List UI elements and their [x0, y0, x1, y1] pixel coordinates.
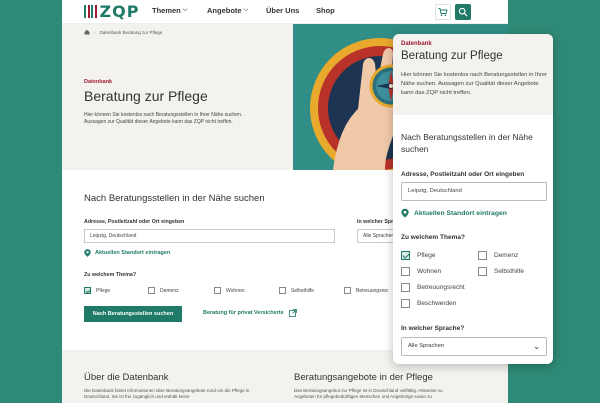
checkbox[interactable] [478, 251, 487, 260]
nav-item-shop[interactable]: Shop [316, 6, 335, 15]
checkbox-label: Selbsthilfe [291, 287, 315, 294]
checkbox-label: Pflege [417, 252, 436, 259]
home-icon[interactable] [84, 29, 90, 35]
checkbox-label: Pflege [96, 287, 111, 294]
nav-item-label: Angebote [207, 6, 242, 15]
nav-item-themen[interactable]: Themen ⌵ [152, 6, 187, 15]
nav-item-label: Shop [316, 6, 335, 15]
offers-text: Das Beratungsangebot zur Pflege ist in D… [294, 388, 443, 399]
location-pin-icon [401, 208, 409, 218]
checkbox[interactable] [214, 287, 221, 294]
topic-label: Zu welchem Thema? [84, 272, 137, 278]
breadcrumb-separator: › [94, 29, 96, 35]
zqp-logo[interactable]: ZQP [84, 1, 140, 21]
checkbox-label: Demenz [160, 287, 179, 294]
nav-item-angebote[interactable]: Angebote ⌵ [207, 6, 248, 15]
address-label: Adresse, Postleitzahl oder Ort eingeben [84, 219, 185, 225]
address-input[interactable]: Leipzig, Deutschland [84, 229, 335, 243]
breadcrumb: › Datenbank Beratung zur Pflege [84, 29, 162, 35]
search-icon [458, 7, 468, 17]
search-button[interactable] [455, 4, 471, 20]
use-location-label: Aktuellen Standort eintragen [95, 250, 171, 256]
mobile-topic-label: Zu welchem Thema? [401, 234, 465, 241]
mobile-topic-checkbox-wohnen[interactable]: Wohnen [401, 267, 441, 276]
cart-icon [438, 8, 448, 17]
nav-item-label: Themen [152, 6, 181, 15]
checkbox[interactable] [279, 287, 286, 294]
mobile-address-input[interactable]: Leipzig, Deutschland [401, 182, 547, 201]
use-location-link[interactable]: Aktuellen Standort eintragen [84, 249, 170, 257]
mobile-view-panel: Datenbank Beratung zur Pflege Hier könne… [393, 34, 553, 364]
about-database-text: Die Datenbank bietet Informationen über … [84, 388, 250, 399]
mobile-language-value: Alle Sprachen [408, 343, 445, 349]
chevron-down-icon: ⌵ [243, 7, 249, 13]
checkbox-label: Wohnen [226, 287, 245, 294]
checkbox[interactable] [401, 283, 410, 292]
checkbox-label: Beschwerden [417, 300, 457, 307]
mobile-topic-checkbox-betreuungsrecht[interactable]: Betreuungsrecht [401, 283, 465, 292]
checkbox-label: Betreuungsrecht [417, 284, 465, 291]
mobile-topic-checkbox-demenz[interactable]: Demenz [478, 251, 518, 260]
external-link-icon [288, 309, 297, 317]
checkbox-checked[interactable] [401, 251, 410, 260]
checkbox[interactable] [401, 299, 410, 308]
checkbox-label: Wohnen [417, 268, 442, 275]
about-database-title: Über die Datenbank [84, 372, 169, 383]
cart-button[interactable] [435, 4, 451, 20]
checkbox-label: Betreuungsrec [356, 287, 389, 294]
checkbox-label: Demenz [494, 252, 519, 259]
mobile-description: Hier können Sie kostenlos nach Beratungs… [401, 72, 547, 96]
mobile-page-title: Beratung zur Pflege [401, 50, 503, 62]
checkbox-label: Selbsthilfe [494, 268, 524, 275]
topic-checkbox-selbsthilfe[interactable]: Selbsthilfe [279, 287, 314, 294]
search-submit-button[interactable]: Nach Beratungsstellen suchen [84, 306, 182, 322]
mobile-hero: Datenbank Beratung zur Pflege Hier könne… [393, 34, 553, 115]
logo-text: ZQP [99, 1, 140, 21]
mobile-topic-checkbox-pflege[interactable]: Pflege [401, 251, 435, 260]
mobile-language-select[interactable]: Alle Sprachen ⌄ [401, 337, 547, 356]
checkbox-checked[interactable] [84, 287, 91, 294]
search-section-title: Nach Beratungsstellen in der Nähe suchen [84, 193, 265, 204]
checkbox[interactable] [401, 267, 410, 276]
hero-description: Hier können Sie kostenlos nach Beratungs… [84, 112, 243, 125]
mobile-topic-checkbox-selbsthilfe[interactable]: Selbsthilfe [478, 267, 524, 276]
checkbox[interactable] [344, 287, 351, 294]
mobile-overline: Datenbank [401, 41, 432, 47]
mobile-use-location-label: Aktuellen Standort eintragen [414, 209, 507, 217]
chevron-down-icon: ⌄ [533, 342, 540, 351]
mobile-search-section-title: Nach Beratungsstellen in der Nähe suchen [401, 132, 533, 154]
topic-checkbox-pflege[interactable]: Pflege [84, 287, 110, 294]
logo-bars-icon [84, 4, 97, 18]
private-insured-label: Beratung für privat Versicherte [203, 310, 284, 316]
location-pin-icon [84, 249, 91, 257]
checkbox[interactable] [148, 287, 155, 294]
mobile-topic-checkbox-beschwerden[interactable]: Beschwerden [401, 299, 456, 308]
topic-checkbox-wohnen[interactable]: Wohnen [214, 287, 245, 294]
topic-checkbox-demenz[interactable]: Demenz [148, 287, 179, 294]
checkbox[interactable] [478, 267, 487, 276]
nav-item-ueber-uns[interactable]: Über Uns [266, 6, 299, 15]
mobile-language-label: In welcher Sprache? [401, 325, 465, 332]
breadcrumb-current: Datenbank Beratung zur Pflege [99, 29, 163, 35]
topic-checkbox-betreuungsrecht[interactable]: Betreuungsrec [344, 287, 389, 294]
hero-overline: Datenbank [84, 79, 113, 85]
page-title: Beratung zur Pflege [84, 88, 208, 104]
top-navigation: ZQP Themen ⌵ Angebote ⌵ Über Uns Shop [62, 0, 508, 24]
private-insured-link[interactable]: Beratung für privat Versicherte [203, 309, 297, 317]
offers-title: Beratungsangebote in der Pflege [294, 372, 433, 383]
nav-item-label: Über Uns [266, 6, 300, 15]
mobile-address-label: Adresse, Postleitzahl oder Ort eingeben [401, 171, 525, 178]
chevron-down-icon: ⌵ [182, 7, 188, 13]
language-label: In welcher Spra [357, 219, 397, 225]
mobile-use-location-link[interactable]: Aktuellen Standort eintragen [401, 208, 507, 218]
